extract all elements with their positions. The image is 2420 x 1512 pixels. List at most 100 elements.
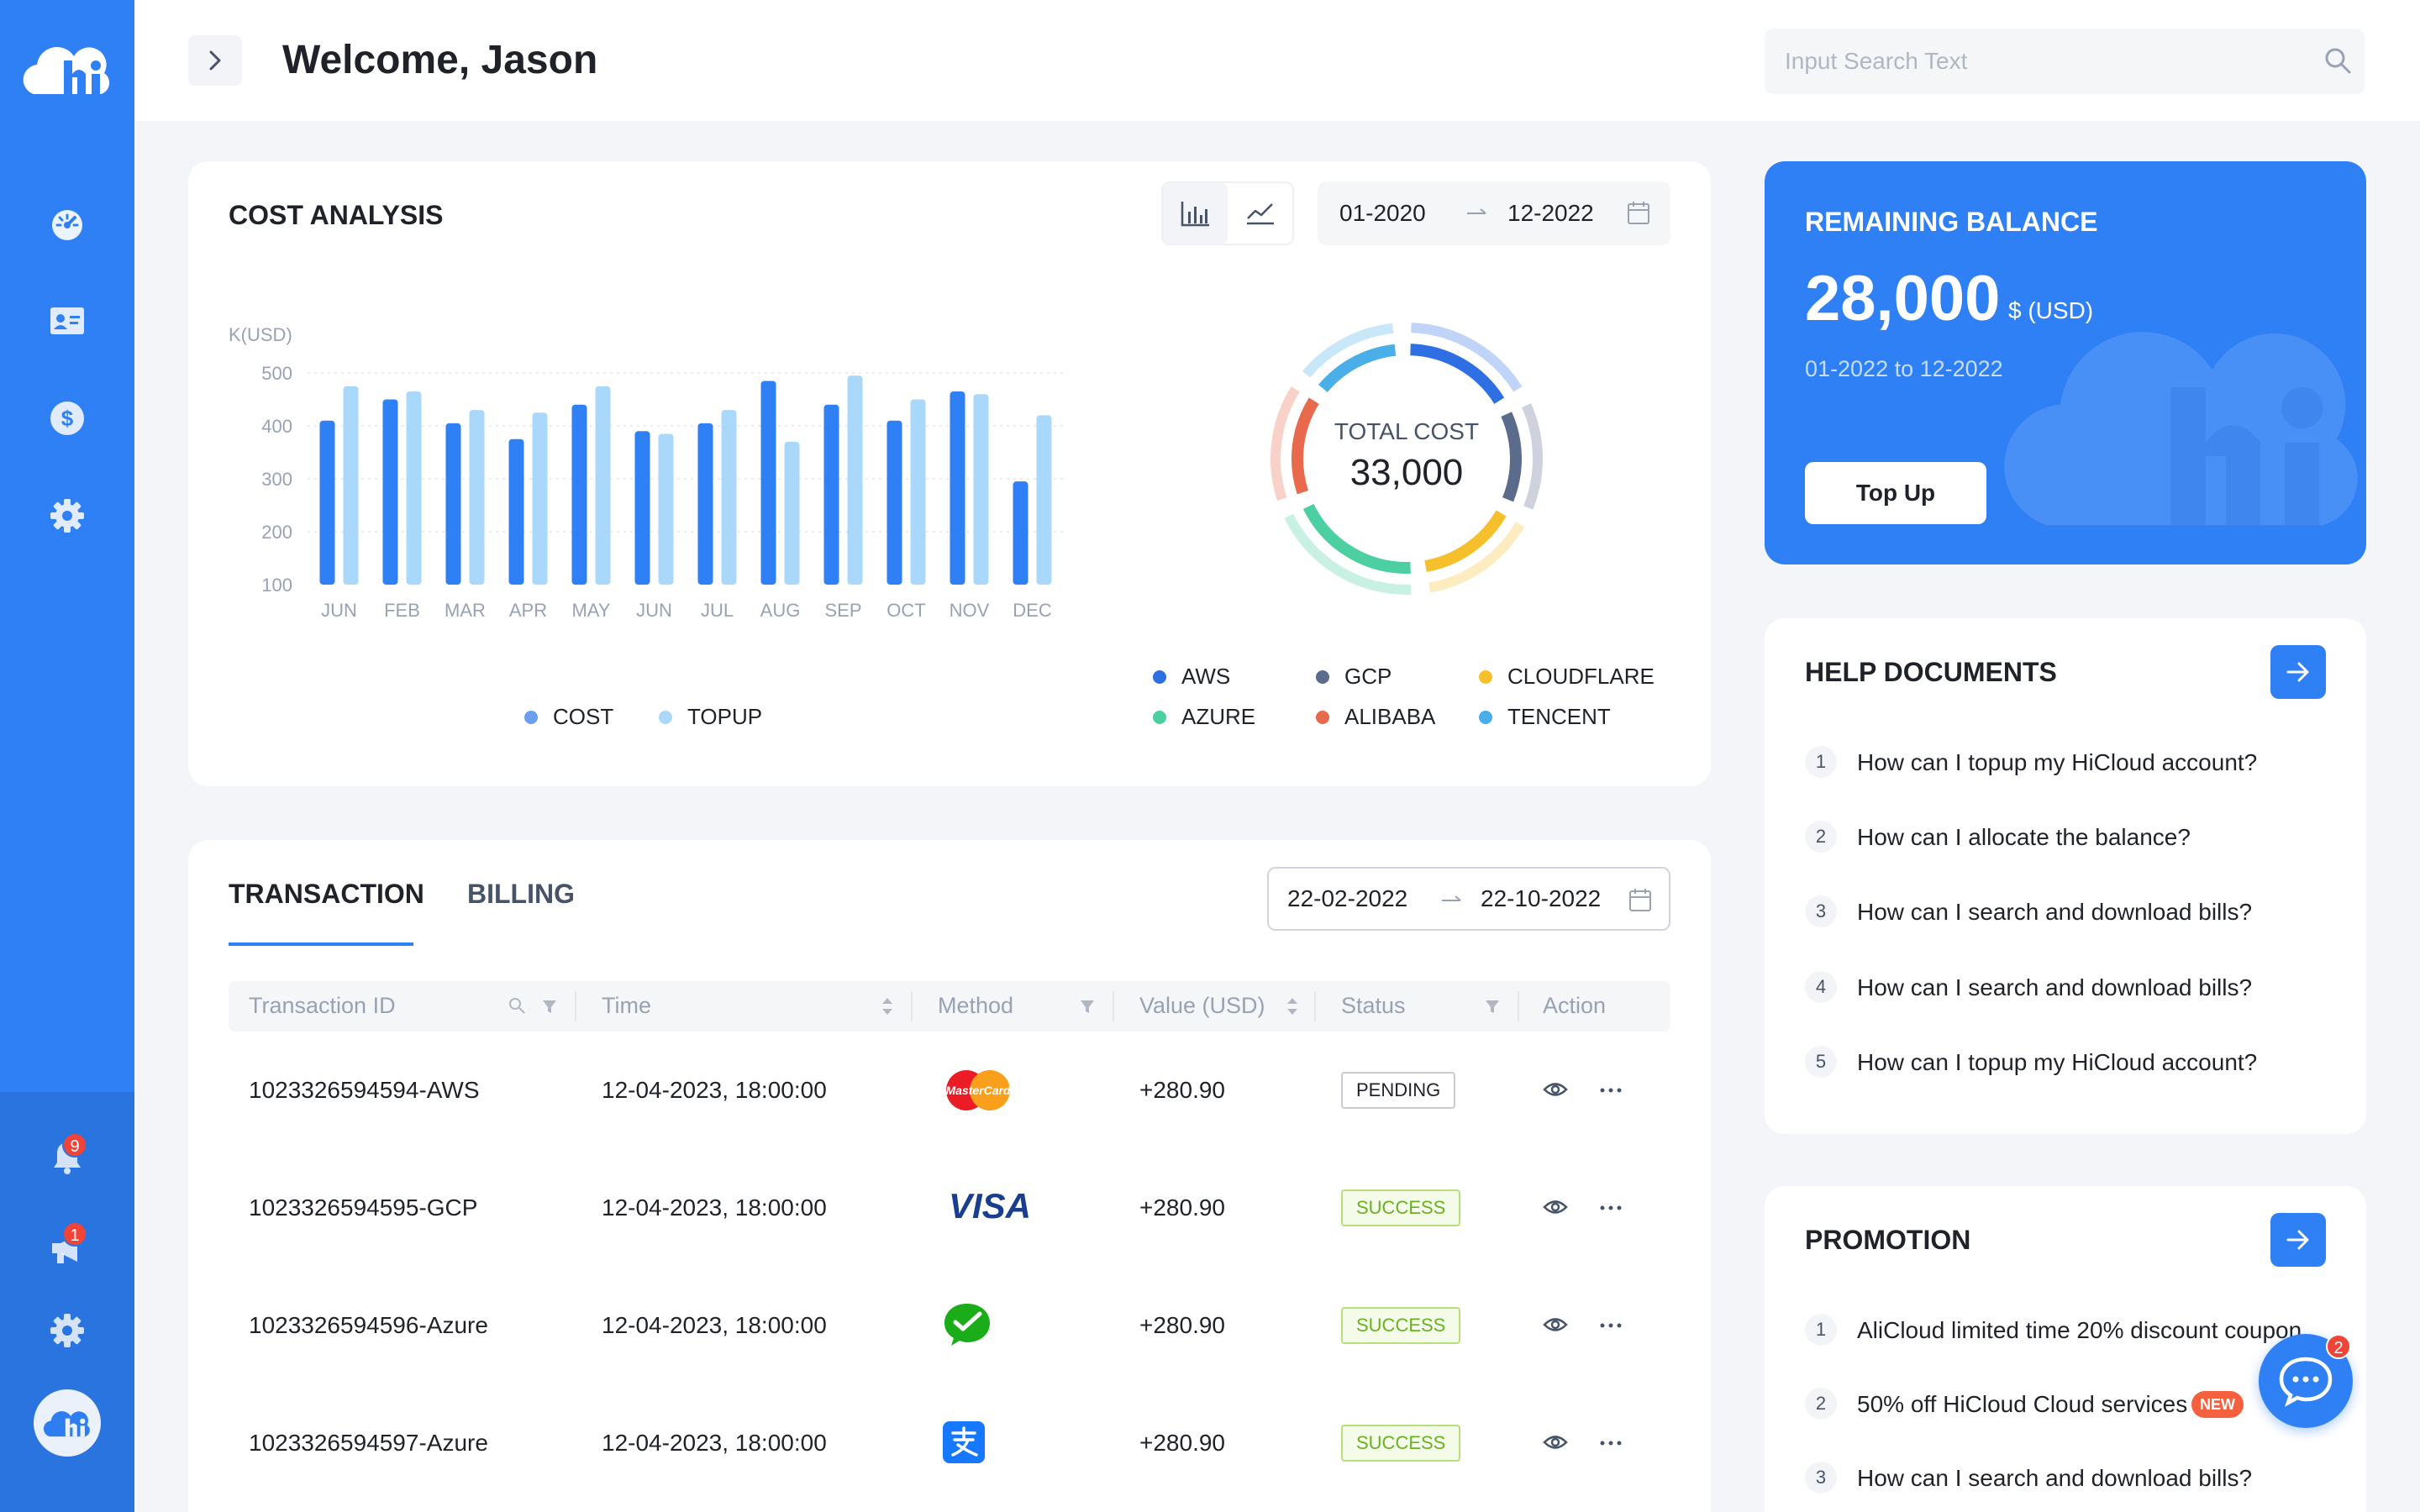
alipay-icon <box>943 1421 985 1463</box>
transaction-date-to: 22-10-2022 <box>1481 885 1602 911</box>
x-tick-label: JUN <box>321 600 357 621</box>
eye-icon[interactable] <box>1543 1433 1568 1452</box>
more-icon[interactable] <box>1600 1322 1622 1329</box>
row-2-value: +280.90 <box>1139 1194 1225 1221</box>
transaction-date-range[interactable]: 22-02-2022 22-10-2022 <box>1267 867 1670 931</box>
legend-topup-label: TOPUP <box>687 704 763 729</box>
row-2-id: 1023326594595-GCP <box>249 1194 478 1221</box>
bar-cost <box>950 391 965 585</box>
promo-item-2[interactable]: 50% off HiCloud Cloud services <box>1857 1391 2187 1418</box>
user-avatar[interactable] <box>34 1389 101 1457</box>
bar-topup <box>1036 415 1052 585</box>
filter-icon[interactable] <box>1079 998 1096 1015</box>
legend-topup[interactable]: TOPUP <box>659 704 762 730</box>
chat-icon <box>2279 1357 2333 1407</box>
hicloud-logo-icon[interactable] <box>20 35 114 102</box>
promo-item-3[interactable]: How can I search and download bills? <box>1857 1465 2252 1492</box>
balance-title: REMAINING BALANCE <box>1805 207 2098 237</box>
search-icon[interactable] <box>2323 45 2353 76</box>
search-input[interactable] <box>1765 29 2365 94</box>
sidebar-toggle-button[interactable] <box>188 35 242 86</box>
legend-gcp-label: GCP <box>1344 664 1392 689</box>
legend-alibaba[interactable]: ALIBABA <box>1316 704 1435 730</box>
legend-alibaba-dot <box>1316 710 1329 724</box>
line-chart-icon <box>1246 203 1274 225</box>
promo-item-1[interactable]: AliCloud limited time 20% discount coupo… <box>1857 1317 2302 1344</box>
cost-bar-chart: K(USD) 100 200 300 400 500 JUN FEB MAR APR MAY JUN J… <box>229 324 1064 621</box>
more-icon[interactable] <box>1600 1087 1622 1094</box>
help-item-3[interactable]: How can I search and download bills? <box>1857 899 2252 926</box>
legend-gcp-dot <box>1316 669 1329 684</box>
row-4-value: +280.90 <box>1139 1430 1225 1456</box>
legend-cloudflare[interactable]: CLOUDFLARE <box>1479 664 1655 690</box>
bar-cost <box>760 381 776 585</box>
id-card-icon[interactable] <box>47 301 87 341</box>
bar-chart-toggle[interactable] <box>1163 183 1228 244</box>
row-1-time: 12-04-2023, 18:00:00 <box>602 1077 827 1103</box>
y-tick-label: 400 <box>261 416 292 437</box>
help-documents-more-button[interactable] <box>2270 645 2326 699</box>
tab-transaction[interactable]: TRANSACTION <box>229 879 424 910</box>
more-icon[interactable] <box>1600 1205 1622 1211</box>
help-item-2[interactable]: How can I allocate the balance? <box>1857 824 2191 851</box>
filter-icon[interactable] <box>1484 998 1501 1015</box>
help-item-5-num: 5 <box>1805 1046 1837 1078</box>
legend-tencent[interactable]: TENCENT <box>1479 704 1611 730</box>
settings-icon[interactable] <box>47 496 87 536</box>
x-tick-label: AUG <box>760 600 801 621</box>
transaction-card <box>188 840 1711 1512</box>
notification-badge: 9 <box>62 1132 87 1158</box>
legend-gcp[interactable]: GCP <box>1316 664 1392 690</box>
legend-cost-dot <box>524 710 538 724</box>
help-item-5[interactable]: How can I topup my HiCloud account? <box>1857 1049 2257 1076</box>
row-4-status: SUCCESS <box>1341 1425 1461 1462</box>
svg-text:$: $ <box>61 406 74 431</box>
promotion-more-button[interactable] <box>2270 1213 2326 1267</box>
bar-cost <box>508 438 524 585</box>
line-chart-toggle[interactable] <box>1228 183 1292 244</box>
column-search-icon[interactable] <box>508 996 526 1015</box>
x-tick-label: APR <box>509 600 547 621</box>
y-tick-label: 500 <box>261 363 292 384</box>
promotion-title: PROMOTION <box>1805 1225 1971 1255</box>
bar-topup <box>469 410 485 585</box>
eye-icon[interactable] <box>1543 1080 1568 1099</box>
bar-topup <box>532 412 548 585</box>
arrow-right-icon <box>2286 662 2309 682</box>
sort-icon[interactable] <box>1284 995 1301 1018</box>
x-tick-label: MAR <box>445 600 486 621</box>
legend-aws[interactable]: AWS <box>1153 664 1230 690</box>
eye-icon[interactable] <box>1543 1198 1568 1216</box>
transaction-date-from: 22-02-2022 <box>1287 885 1408 911</box>
bar-cost <box>823 404 839 585</box>
legend-cost[interactable]: COST <box>524 704 613 730</box>
filter-icon[interactable] <box>541 998 558 1015</box>
page-title: Welcome, Jason <box>282 38 598 82</box>
mastercard-icon: MasterCard <box>945 1070 1011 1110</box>
legend-tencent-dot <box>1479 710 1492 724</box>
donut-outer-gcp <box>1522 403 1543 510</box>
dashboard-icon[interactable] <box>47 203 87 244</box>
bar-cost <box>634 431 650 585</box>
sort-icon[interactable] <box>879 995 896 1018</box>
column-divider <box>911 991 913 1021</box>
x-tick-label: FEB <box>384 600 420 621</box>
sidebar: $ 9 1 <box>0 0 134 1512</box>
legend-azure[interactable]: AZURE <box>1153 704 1255 730</box>
eye-icon[interactable] <box>1543 1315 1568 1334</box>
donut-segment-gcp <box>1501 412 1522 502</box>
help-item-4[interactable]: How can I search and download bills? <box>1857 974 2252 1001</box>
tab-billing[interactable]: BILLING <box>467 879 575 910</box>
cost-date-range[interactable]: 01-2020 12-2022 <box>1318 181 1670 245</box>
visa-icon: VISA <box>949 1188 1031 1225</box>
settings-icon-bottom[interactable] <box>47 1310 87 1351</box>
bar-cost <box>319 420 335 585</box>
help-item-1[interactable]: How can I topup my HiCloud account? <box>1857 749 2257 776</box>
row-4-time: 12-04-2023, 18:00:00 <box>602 1430 827 1456</box>
top-up-button[interactable]: Top Up <box>1805 462 1986 524</box>
cost-date-to: 12-2022 <box>1507 200 1594 226</box>
more-icon[interactable] <box>1600 1440 1622 1446</box>
bar-cost <box>886 420 902 585</box>
balance-period: 01-2022 to 12-2022 <box>1805 356 2003 381</box>
dollar-icon[interactable]: $ <box>47 398 87 438</box>
